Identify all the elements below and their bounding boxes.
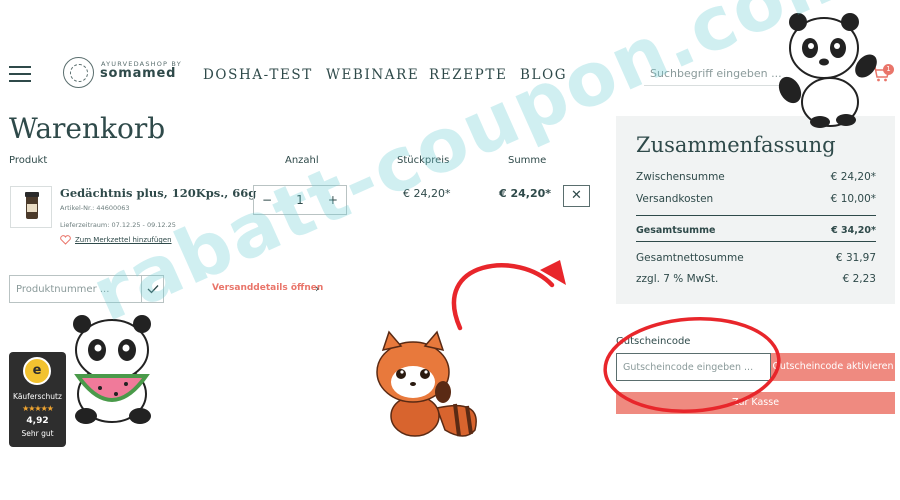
red-arrowhead: [540, 260, 566, 285]
red-arrow-curve: [451, 263, 555, 331]
red-panda-sticker-icon: [376, 330, 477, 437]
panda-watermelon-sticker-icon: [73, 315, 151, 424]
red-circle-highlight: [603, 316, 781, 414]
panda-sticker-icon: [778, 13, 877, 128]
